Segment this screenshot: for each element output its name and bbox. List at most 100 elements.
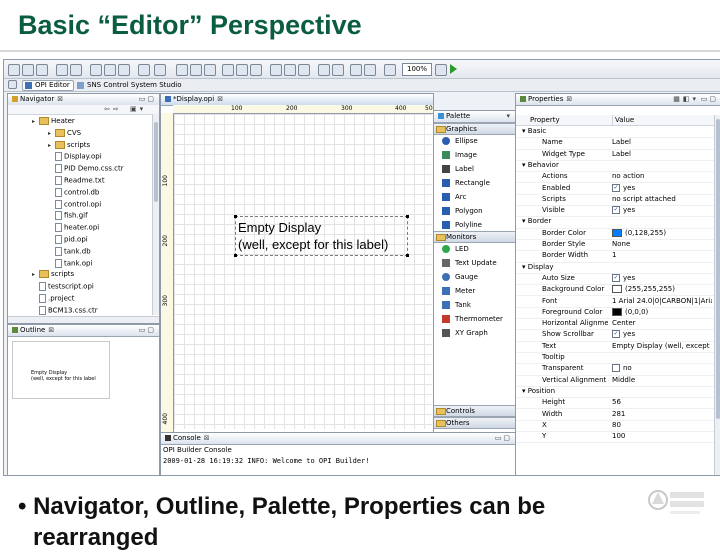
palette-item-xy-graph[interactable]: XY Graph: [442, 327, 488, 340]
palette-item-rectangle[interactable]: Rectangle: [442, 177, 490, 190]
redo-icon[interactable]: [70, 64, 82, 76]
property-value-cell[interactable]: Middle: [612, 375, 712, 386]
checkbox[interactable]: ✓: [612, 183, 620, 192]
close-icon[interactable]: ⊠: [57, 95, 63, 103]
perspective-opi-editor[interactable]: OPI Editor: [22, 80, 74, 91]
property-value-cell[interactable]: ✓ yes: [612, 205, 712, 216]
property-value-cell[interactable]: 281: [612, 409, 712, 420]
save-icon[interactable]: [22, 64, 34, 76]
property-value-cell[interactable]: 1 Arial 24.0|0|CARBON|1|Aria: [612, 296, 712, 307]
minimize-maximize-icon[interactable]: ▭▢: [139, 94, 156, 105]
tree-file[interactable]: Display.opi: [48, 152, 102, 162]
minimize-maximize-icon[interactable]: ▭▢: [701, 94, 718, 105]
palette-item-gauge[interactable]: Gauge: [442, 271, 478, 284]
tree-file[interactable]: pid.opi: [48, 235, 88, 244]
tree-folder[interactable]: ▸ CVS: [48, 128, 81, 138]
property-value-cell[interactable]: None: [612, 239, 712, 250]
chevron-icon[interactable]: ▸: [48, 129, 55, 138]
tree-folder[interactable]: ▸ Heater: [32, 117, 75, 126]
palette-category-others[interactable]: Others: [434, 417, 515, 429]
chevron-icon[interactable]: ▸: [32, 117, 39, 126]
checkbox[interactable]: [612, 364, 620, 373]
layer-icon[interactable]: [384, 64, 396, 76]
property-value-cell[interactable]: Empty Display (well, except fo: [612, 341, 712, 352]
palette-category-controls[interactable]: Controls: [434, 405, 515, 417]
selection-handle[interactable]: [406, 215, 409, 218]
palette-item-text-update[interactable]: Text Update: [442, 257, 497, 270]
palette-item-image[interactable]: Image: [442, 149, 477, 162]
property-value-cell[interactable]: no action: [612, 171, 712, 182]
tree-file[interactable]: testscript.opi: [32, 282, 94, 292]
property-value-cell[interactable]: no script attached: [612, 194, 712, 205]
refresh-icon[interactable]: [435, 64, 447, 76]
tree-file[interactable]: Readme.txt: [48, 176, 105, 185]
new-icon[interactable]: [8, 64, 20, 76]
minimize-maximize-icon[interactable]: ▭▢: [139, 325, 156, 336]
align-top-icon[interactable]: [270, 64, 282, 76]
property-row[interactable]: Y 100: [516, 431, 720, 444]
tab-properties[interactable]: Properties ⊠ ▦◧▾ ▭▢: [516, 94, 720, 106]
selection-handle[interactable]: [234, 215, 237, 218]
tree-file[interactable]: tank.opi: [48, 258, 92, 268]
property-value-cell[interactable]: no: [612, 363, 712, 374]
snap-icon[interactable]: [190, 64, 202, 76]
close-icon[interactable]: ⊠: [566, 95, 572, 103]
cut-icon[interactable]: [90, 64, 102, 76]
property-value-cell[interactable]: ✓ yes: [612, 329, 712, 340]
select-icon[interactable]: [154, 64, 166, 76]
tab-palette[interactable]: Palette ▾: [434, 111, 515, 123]
property-value-cell[interactable]: 100: [612, 431, 712, 442]
back-forward-icon[interactable]: ⇦⇨: [104, 105, 122, 113]
palette-item-arc[interactable]: Arc: [442, 191, 466, 204]
property-value-cell[interactable]: (255,255,255): [612, 284, 712, 295]
selection-handle[interactable]: [406, 254, 409, 257]
property-value-cell[interactable]: ✓ yes: [612, 273, 712, 284]
print-icon[interactable]: [36, 64, 48, 76]
tab-outline[interactable]: Outline ⊠ ▭▢: [8, 325, 159, 337]
perspective-css[interactable]: SNS Control System Studio: [74, 80, 186, 91]
paste-icon[interactable]: [118, 64, 130, 76]
palette-item-tank[interactable]: Tank: [442, 299, 471, 312]
ruler-icon[interactable]: [204, 64, 216, 76]
align-middle-icon[interactable]: [284, 64, 296, 76]
copy-icon[interactable]: [104, 64, 116, 76]
property-value-cell[interactable]: Center: [612, 318, 712, 329]
palette-item-ellipse[interactable]: Ellipse: [442, 135, 478, 148]
property-value-cell[interactable]: 1: [612, 250, 712, 261]
label-widget[interactable]: Empty Display (well, except for this labe…: [234, 215, 409, 257]
checkbox[interactable]: ✓: [612, 273, 620, 282]
palette-item-thermometer[interactable]: Thermometer: [442, 313, 503, 326]
close-icon[interactable]: ⊠: [217, 95, 223, 103]
tree-file[interactable]: BCM13.css.ctr: [32, 305, 98, 315]
delete-icon[interactable]: [138, 64, 150, 76]
close-icon[interactable]: ⊠: [48, 326, 54, 334]
chevron-icon[interactable]: ▸: [32, 270, 39, 279]
close-icon[interactable]: ⊠: [204, 434, 210, 442]
property-value-cell[interactable]: (0,128,255): [612, 228, 712, 239]
scroll-thumb[interactable]: [716, 119, 720, 419]
undo-icon[interactable]: [56, 64, 68, 76]
zoom-in-icon[interactable]: [350, 64, 362, 76]
checkbox[interactable]: ✓: [612, 206, 620, 215]
align-center-icon[interactable]: [236, 64, 248, 76]
palette-category-monitors[interactable]: Monitors: [434, 231, 515, 243]
tree-file[interactable]: control.opi: [48, 199, 101, 209]
palette-item-label[interactable]: Label: [442, 163, 474, 176]
palette-item-meter[interactable]: Meter: [442, 285, 475, 298]
display-canvas[interactable]: Empty Display (well, except for this labe…: [174, 114, 432, 429]
tree-file[interactable]: heater.opi: [48, 223, 99, 233]
grid-icon[interactable]: [176, 64, 188, 76]
tree-folder[interactable]: ▸ scripts: [48, 140, 90, 150]
minimize-maximize-icon[interactable]: ▭▢: [495, 433, 512, 444]
selection-handle[interactable]: [234, 254, 237, 257]
checkbox[interactable]: ✓: [612, 330, 620, 339]
zoom-select[interactable]: 100%: [402, 63, 432, 76]
match-height-icon[interactable]: [332, 64, 344, 76]
navigator-hscroll[interactable]: [8, 316, 159, 323]
navigator-scrollbar[interactable]: [152, 114, 159, 315]
tree-file[interactable]: control.db: [48, 187, 99, 197]
palette-menu-icon[interactable]: ▾: [506, 111, 512, 122]
scroll-thumb[interactable]: [154, 122, 158, 202]
open-perspective-icon[interactable]: [8, 80, 17, 89]
tree-folder[interactable]: ▸ scripts: [32, 270, 74, 279]
